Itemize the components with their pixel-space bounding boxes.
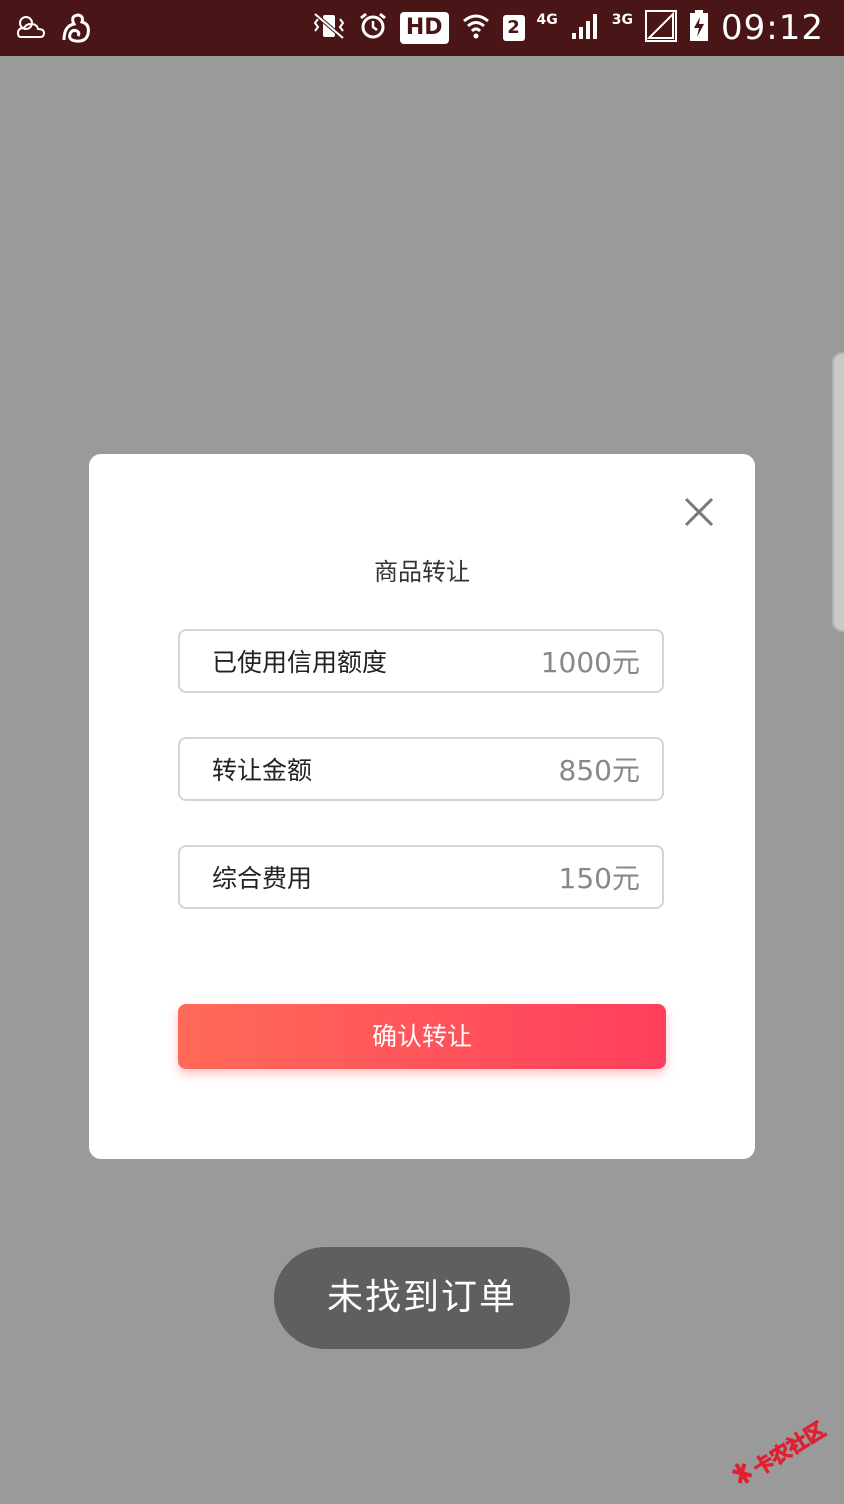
total-fee-field: 综合费用 150元	[178, 845, 664, 909]
close-icon	[679, 497, 719, 536]
hd-badge: HD	[399, 12, 449, 44]
signal-3g-icon	[645, 10, 678, 46]
field-value: 150元	[558, 862, 640, 895]
signal-4g-icon	[570, 11, 600, 45]
status-bar-right: HD 2 4G 3G 09:12	[312, 8, 824, 48]
status-bar-left	[16, 12, 92, 48]
wifi-icon	[461, 11, 491, 45]
watermark-logo: 卡农社区	[726, 1410, 840, 1502]
svg-text:卡农社区: 卡农社区	[749, 1417, 830, 1480]
field-label: 已使用信用额度	[212, 648, 388, 677]
field-value: 850元	[558, 754, 640, 787]
status-bar: HD 2 4G 3G 09:12	[0, 0, 844, 56]
field-value: 1000元	[540, 646, 640, 679]
field-label: 转让金额	[212, 756, 313, 785]
vibrate-icon	[312, 11, 346, 45]
close-button[interactable]	[679, 492, 719, 532]
alarm-icon	[358, 11, 388, 45]
side-drawer-handle[interactable]	[832, 352, 844, 632]
sim-slot-badge: 2	[502, 15, 525, 41]
network-label-4g: 4G	[536, 12, 558, 28]
network-label-3g: 3G	[611, 12, 634, 28]
confirm-transfer-button[interactable]: 确认转让	[178, 1004, 666, 1069]
field-label: 综合费用	[212, 864, 313, 893]
credit-used-field: 已使用信用额度 1000元	[178, 629, 664, 693]
transfer-dialog: 商品转让 已使用信用额度 1000元 转让金额 850元 综合费用 150元 确…	[89, 454, 755, 1159]
transfer-amount-field: 转让金额 850元	[178, 737, 664, 801]
cloud-icon	[16, 13, 46, 47]
uc-browser-icon	[60, 12, 92, 48]
battery-icon	[689, 10, 709, 46]
dialog-title: 商品转让	[374, 558, 470, 586]
kanong-logo-icon: 卡农社区	[725, 1407, 843, 1504]
toast-message: 未找到订单	[274, 1247, 570, 1349]
clock: 09:12	[721, 8, 824, 48]
